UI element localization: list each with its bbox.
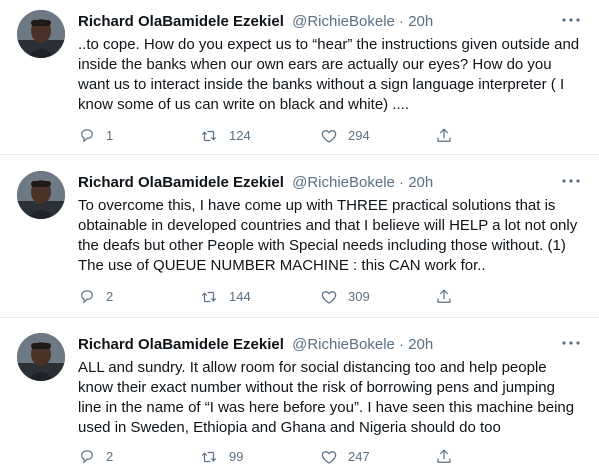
- retweet-count: 99: [229, 449, 244, 464]
- retweet-button[interactable]: 144: [199, 287, 251, 307]
- share-button[interactable]: [435, 126, 453, 146]
- reply-count: 2: [106, 289, 114, 304]
- share-icon: [435, 448, 453, 466]
- separator-dot: ·: [399, 336, 405, 353]
- reply-count: 1: [106, 128, 114, 143]
- share-button[interactable]: [435, 447, 453, 467]
- reply-count: 2: [106, 449, 114, 464]
- tweet-header: Richard OlaBamidele Ezekiel @RichieBokel…: [78, 12, 559, 32]
- share-button[interactable]: [435, 287, 453, 307]
- reply-button[interactable]: 1: [78, 126, 113, 146]
- retweet-count: 144: [229, 289, 251, 304]
- share-icon: [435, 127, 453, 145]
- like-button[interactable]: 294: [320, 126, 370, 146]
- tweet-actions: 2 144 309: [78, 287, 578, 307]
- retweet-icon: [199, 127, 219, 145]
- tweet-text: To overcome this, I have come up with TH…: [78, 197, 578, 274]
- retweet-icon: [199, 288, 219, 306]
- tweet[interactable]: Richard OlaBamidele Ezekiel @RichieBokel…: [0, 0, 599, 155]
- reply-button[interactable]: 2: [78, 287, 113, 307]
- reply-icon: [78, 288, 96, 306]
- more-options-icon[interactable]: [561, 333, 581, 353]
- heart-icon: [320, 448, 338, 466]
- avatar[interactable]: [17, 333, 65, 381]
- more-options-icon[interactable]: [561, 10, 581, 30]
- avatar[interactable]: [17, 171, 65, 219]
- like-count: 309: [348, 289, 370, 304]
- tweet[interactable]: Richard OlaBamidele Ezekiel @RichieBokel…: [0, 161, 599, 318]
- tweet-actions: 2 99 247: [78, 447, 578, 467]
- display-name[interactable]: Richard OlaBamidele Ezekiel: [78, 174, 284, 191]
- tweet-actions: 1 124 294: [78, 126, 578, 146]
- user-handle[interactable]: @RichieBokele: [292, 336, 395, 353]
- display-name[interactable]: Richard OlaBamidele Ezekiel: [78, 13, 284, 30]
- user-handle[interactable]: @RichieBokele: [292, 174, 395, 191]
- like-count: 247: [348, 449, 370, 464]
- retweet-count: 124: [229, 128, 251, 143]
- tweet[interactable]: Richard OlaBamidele Ezekiel @RichieBokel…: [0, 323, 599, 473]
- tweet-text: ..to cope. How do you expect us to “hear…: [78, 36, 580, 113]
- retweet-button[interactable]: 124: [199, 126, 251, 146]
- reply-icon: [78, 127, 96, 145]
- timestamp[interactable]: 20h: [408, 13, 433, 30]
- tweet-header: Richard OlaBamidele Ezekiel @RichieBokel…: [78, 335, 559, 355]
- reply-icon: [78, 448, 96, 466]
- tweet-header: Richard OlaBamidele Ezekiel @RichieBokel…: [78, 173, 559, 193]
- tweet-thread: Richard OlaBamidele Ezekiel @RichieBokel…: [0, 0, 599, 473]
- like-button[interactable]: 309: [320, 287, 370, 307]
- display-name[interactable]: Richard OlaBamidele Ezekiel: [78, 336, 284, 353]
- timestamp[interactable]: 20h: [408, 336, 433, 353]
- user-handle[interactable]: @RichieBokele: [292, 13, 395, 30]
- retweet-button[interactable]: 99: [199, 447, 243, 467]
- heart-icon: [320, 127, 338, 145]
- reply-button[interactable]: 2: [78, 447, 113, 467]
- more-options-icon[interactable]: [561, 171, 581, 191]
- like-count: 294: [348, 128, 370, 143]
- avatar[interactable]: [17, 10, 65, 58]
- heart-icon: [320, 288, 338, 306]
- tweet-text: ALL and sundry. It allow room for social…: [78, 359, 575, 436]
- separator-dot: ·: [399, 174, 405, 191]
- retweet-icon: [199, 448, 219, 466]
- like-button[interactable]: 247: [320, 447, 370, 467]
- timestamp[interactable]: 20h: [408, 174, 433, 191]
- share-icon: [435, 288, 453, 306]
- separator-dot: ·: [399, 13, 405, 30]
